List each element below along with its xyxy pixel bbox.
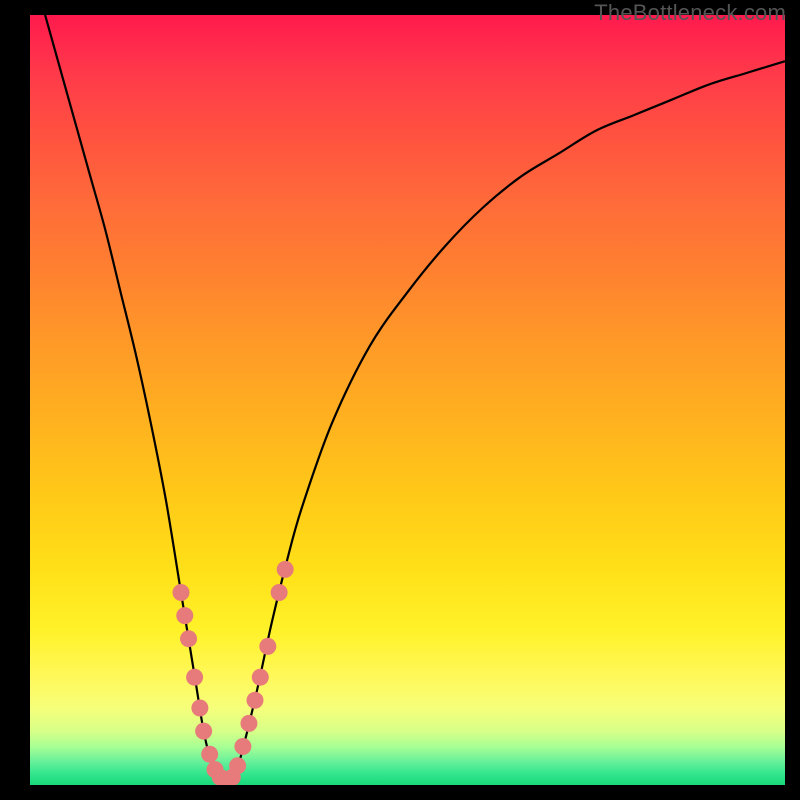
watermark-text: TheBottleneck.com xyxy=(594,0,786,26)
data-marker xyxy=(246,692,263,709)
data-marker xyxy=(173,584,190,601)
bottleneck-chart xyxy=(30,15,785,785)
data-marker xyxy=(252,669,269,686)
data-marker xyxy=(277,561,294,578)
data-marker xyxy=(234,738,251,755)
data-marker xyxy=(259,638,276,655)
data-marker xyxy=(229,757,246,774)
data-markers xyxy=(173,561,294,785)
data-marker xyxy=(186,669,203,686)
data-marker xyxy=(180,630,197,647)
data-marker xyxy=(195,723,212,740)
data-marker xyxy=(271,584,288,601)
data-marker xyxy=(240,715,257,732)
data-marker xyxy=(191,700,208,717)
data-marker xyxy=(201,746,218,763)
bottleneck-curve xyxy=(45,15,785,785)
data-marker xyxy=(176,607,193,624)
